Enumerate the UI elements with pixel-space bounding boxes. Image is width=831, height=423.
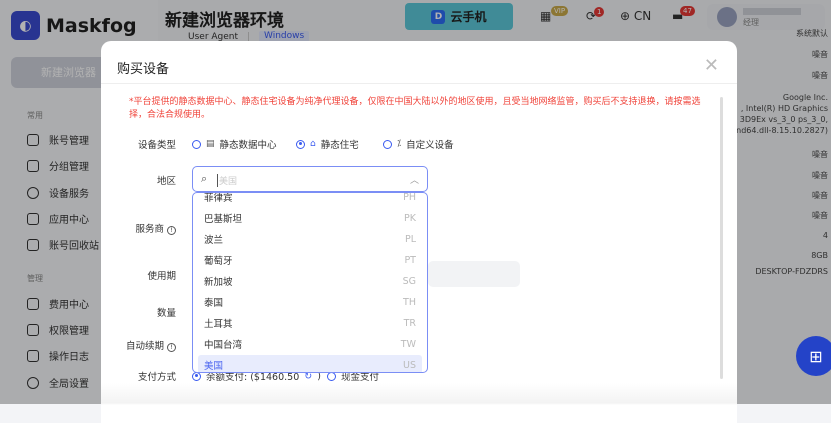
search-icon: ⌕ (201, 172, 208, 185)
region-option[interactable]: 美国 US (198, 355, 422, 372)
region-option[interactable]: 葡萄牙 PT (198, 250, 422, 270)
grid-icon: ⊞ (809, 346, 823, 366)
divider (101, 83, 737, 84)
option-name: 泰国 (204, 298, 224, 309)
buy-device-modal: 购买设备 ✕ *平台提供的静态数据中心、静态住宅设备为纯净代理设备，仅限在中国大… (101, 41, 737, 423)
region-select[interactable]: ⌕ 美国 ︿ (192, 166, 428, 192)
region-option[interactable]: 泰国 TH (198, 292, 422, 312)
notice-text: *平台提供的静态数据中心、静态住宅设备为纯净代理设备，仅限在中国大陆以外的地区使… (129, 97, 701, 120)
region-placeholder: 美国 (217, 174, 237, 187)
region-option[interactable]: 波兰 PL (198, 229, 422, 249)
auto-renew-text: 自动续期 (125, 341, 164, 352)
option-code: TR (403, 317, 416, 329)
modal-footer (101, 383, 737, 423)
region-label: 地区 (156, 176, 176, 187)
radio-circle (383, 139, 392, 149)
option-code: US (403, 359, 416, 371)
option-code: PH (403, 192, 416, 203)
radio-datacenter[interactable]: ▤ 静态数据中心 (192, 137, 277, 151)
modal-scrollbar[interactable] (720, 97, 723, 379)
radio-circle (296, 139, 305, 149)
region-option[interactable]: 中国台湾 TW (198, 334, 422, 354)
wand-icon: ⁒ (397, 139, 402, 149)
option-name: 葡萄牙 (204, 256, 233, 267)
option-code: PL (404, 233, 416, 245)
option-name: 土耳其 (204, 319, 233, 330)
option-name: 菲律宾 (204, 193, 233, 204)
region-dropdown[interactable]: 菲律宾 PH 巴基斯坦 PK 波兰 PL 葡萄牙 PT 新加坡 SG 泰国 TH 土耳其 TR 中国台湾 TW… (192, 192, 428, 373)
radio-label: 静态数据中心 (219, 140, 277, 151)
payment-label: 支付方式 (137, 372, 176, 383)
region-option[interactable]: 土耳其 TR (198, 313, 422, 333)
option-code: PK (404, 212, 416, 224)
chevron-up-icon: ︿ (409, 176, 419, 186)
close-icon[interactable]: ✕ (704, 55, 719, 76)
region-option[interactable]: 巴基斯坦 PK (198, 208, 422, 228)
server-icon: ▤ (206, 139, 215, 149)
region-option[interactable]: 菲律宾 PH (198, 192, 422, 207)
house-icon: ⌂ (310, 139, 316, 149)
option-name: 巴基斯坦 (204, 214, 243, 225)
apps-fab-button[interactable]: ⊞ (796, 336, 831, 376)
option-code: TW (400, 338, 416, 350)
period-field[interactable] (428, 261, 520, 287)
region-option[interactable]: 新加坡 SG (198, 271, 422, 291)
option-code: SG (402, 275, 416, 287)
info-icon[interactable]: ! (167, 226, 176, 235)
option-code: TH (403, 296, 416, 308)
radio-label: 自定义设备 (406, 140, 454, 151)
option-name: 新加坡 (204, 277, 233, 288)
quantity-label: 数量 (156, 308, 176, 319)
radio-label: 静态住宅 (320, 140, 359, 151)
device-type-label: 设备类型 (137, 140, 176, 151)
info-icon[interactable]: ! (167, 343, 176, 352)
option-name: 美国 (204, 361, 224, 372)
radio-residential[interactable]: ⌂ 静态住宅 (296, 137, 359, 151)
provider-label-text: 服务商 (135, 224, 164, 235)
auto-renew-label: 自动续期! (101, 338, 176, 352)
option-name: 波兰 (204, 235, 224, 246)
option-code: PT (404, 254, 416, 266)
option-name: 中国台湾 (204, 340, 243, 351)
modal-title: 购买设备 (117, 62, 170, 77)
period-label: 使用期 (147, 271, 176, 282)
radio-circle (192, 139, 201, 149)
radio-custom[interactable]: ⁒ 自定义设备 (383, 137, 454, 151)
provider-label: 服务商! (101, 221, 176, 235)
